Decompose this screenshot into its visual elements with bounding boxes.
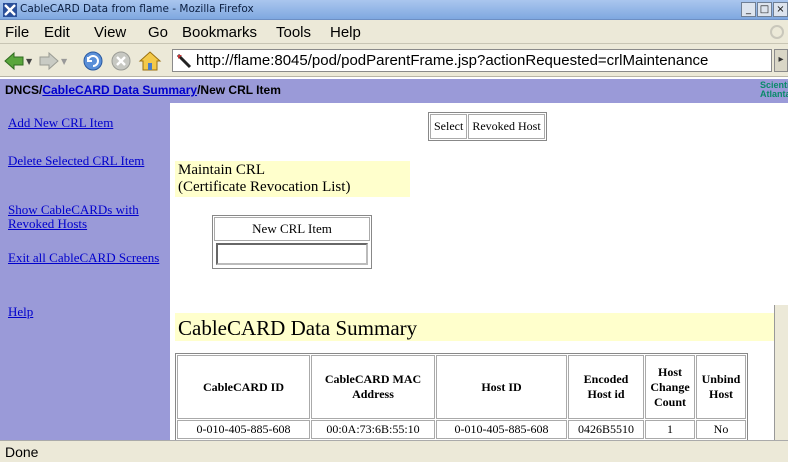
cell-encoded-host-id: 0426B5510: [568, 420, 644, 439]
stop-icon: [111, 51, 131, 71]
back-button[interactable]: ▼: [3, 50, 32, 72]
breadcrumb-current: /New CRL Item: [197, 83, 281, 97]
status-bar: Done: [0, 440, 788, 462]
new-crl-label: New CRL Item: [214, 217, 370, 241]
new-crl-input[interactable]: [216, 243, 368, 265]
sidebar-item-add-crl[interactable]: Add New CRL Item: [8, 116, 163, 130]
summary-title: CableCARD Data Summary: [175, 313, 775, 341]
cablecard-data-table: CableCARD ID CableCARD MAC Address Host …: [175, 353, 748, 440]
menu-bookmarks[interactable]: Bookmarks: [182, 24, 257, 41]
col-mac-address: CableCARD MAC Address: [311, 355, 435, 419]
maintain-crl-heading: Maintain CRL (Certificate Revocation Lis…: [175, 161, 410, 197]
main-content: Select Revoked Host Maintain CRL (Certif…: [170, 103, 788, 440]
forward-icon: [39, 51, 59, 71]
breadcrumb-root: DNCS/: [5, 83, 43, 97]
menu-bar: File Edit View Go Bookmarks Tools Help: [0, 20, 788, 44]
window-title: CableCARD Data from flame - Mozilla Fire…: [20, 3, 254, 15]
col-host-change-count: Host Change Count: [645, 355, 695, 419]
cell-cablecard-id: 0-010-405-885-608: [177, 420, 310, 439]
sidebar-item-show-revoked[interactable]: Show CableCARDs with Revoked Hosts: [8, 203, 163, 231]
reload-button[interactable]: [82, 50, 104, 72]
minimize-button[interactable]: _: [741, 2, 756, 17]
throbber-icon: [770, 25, 784, 39]
url-text: http://flame:8045/pod/podParentFrame.jsp…: [196, 52, 709, 69]
col-encoded-host-id: Encoded Host id: [568, 355, 644, 419]
menu-help[interactable]: Help: [330, 24, 361, 41]
cell-host-id: 0-010-405-885-608: [436, 420, 567, 439]
home-button[interactable]: [138, 50, 162, 72]
select-button[interactable]: Select: [430, 114, 468, 139]
maximize-button[interactable]: □: [757, 2, 772, 17]
col-cablecard-id: CableCARD ID: [177, 355, 310, 419]
site-favicon-icon: [176, 53, 192, 69]
menu-tools[interactable]: Tools: [276, 24, 311, 41]
table-header-row: CableCARD ID CableCARD MAC Address Host …: [177, 355, 746, 419]
action-table: Select Revoked Host: [428, 112, 547, 141]
cell-unbind-host: No: [696, 420, 746, 439]
new-crl-form: New CRL Item: [212, 215, 372, 269]
vertical-scrollbar[interactable]: [774, 305, 788, 440]
cell-host-change-count: 1: [645, 420, 695, 439]
window-titlebar: CableCARD Data from flame - Mozilla Fire…: [0, 0, 788, 20]
menu-edit[interactable]: Edit: [44, 24, 70, 41]
sidebar-item-help[interactable]: Help: [8, 305, 163, 319]
col-unbind-host: Unbind Host: [696, 355, 746, 419]
brand-logo: Scientific Atlanta: [760, 81, 788, 99]
sidebar-item-delete-crl[interactable]: Delete Selected CRL Item: [8, 154, 163, 168]
firefox-app-icon: [3, 3, 17, 17]
revoked-host-button[interactable]: Revoked Host: [468, 114, 545, 139]
status-text: Done: [5, 444, 39, 460]
url-bar[interactable]: http://flame:8045/pod/podParentFrame.jsp…: [172, 49, 772, 72]
reload-icon: [83, 51, 103, 71]
menu-view[interactable]: View: [94, 24, 126, 41]
stop-button[interactable]: [110, 50, 132, 72]
home-icon: [138, 51, 162, 71]
sidebar-item-exit[interactable]: Exit all CableCARD Screens: [8, 251, 163, 265]
menu-go[interactable]: Go: [148, 24, 168, 41]
col-host-id: Host ID: [436, 355, 567, 419]
breadcrumb-link-summary[interactable]: CableCARD Data Summary: [42, 83, 197, 97]
cell-mac-address: 00:0A:73:6B:55:10: [311, 420, 435, 439]
back-icon: [4, 51, 24, 71]
breadcrumb: DNCS/CableCARD Data Summary/New CRL Item…: [0, 79, 788, 103]
table-row[interactable]: 0-010-405-885-608 00:0A:73:6B:55:10 0-01…: [177, 420, 746, 439]
close-button[interactable]: ×: [773, 2, 788, 17]
sidebar: Add New CRL Item Delete Selected CRL Ite…: [0, 103, 170, 440]
menu-file[interactable]: File: [5, 24, 29, 41]
go-button[interactable]: ▸: [774, 49, 788, 72]
forward-button[interactable]: ▼: [38, 50, 67, 72]
navigation-toolbar: ▼ ▼ http://flame:8045/pod/podParentFrame…: [0, 44, 788, 77]
